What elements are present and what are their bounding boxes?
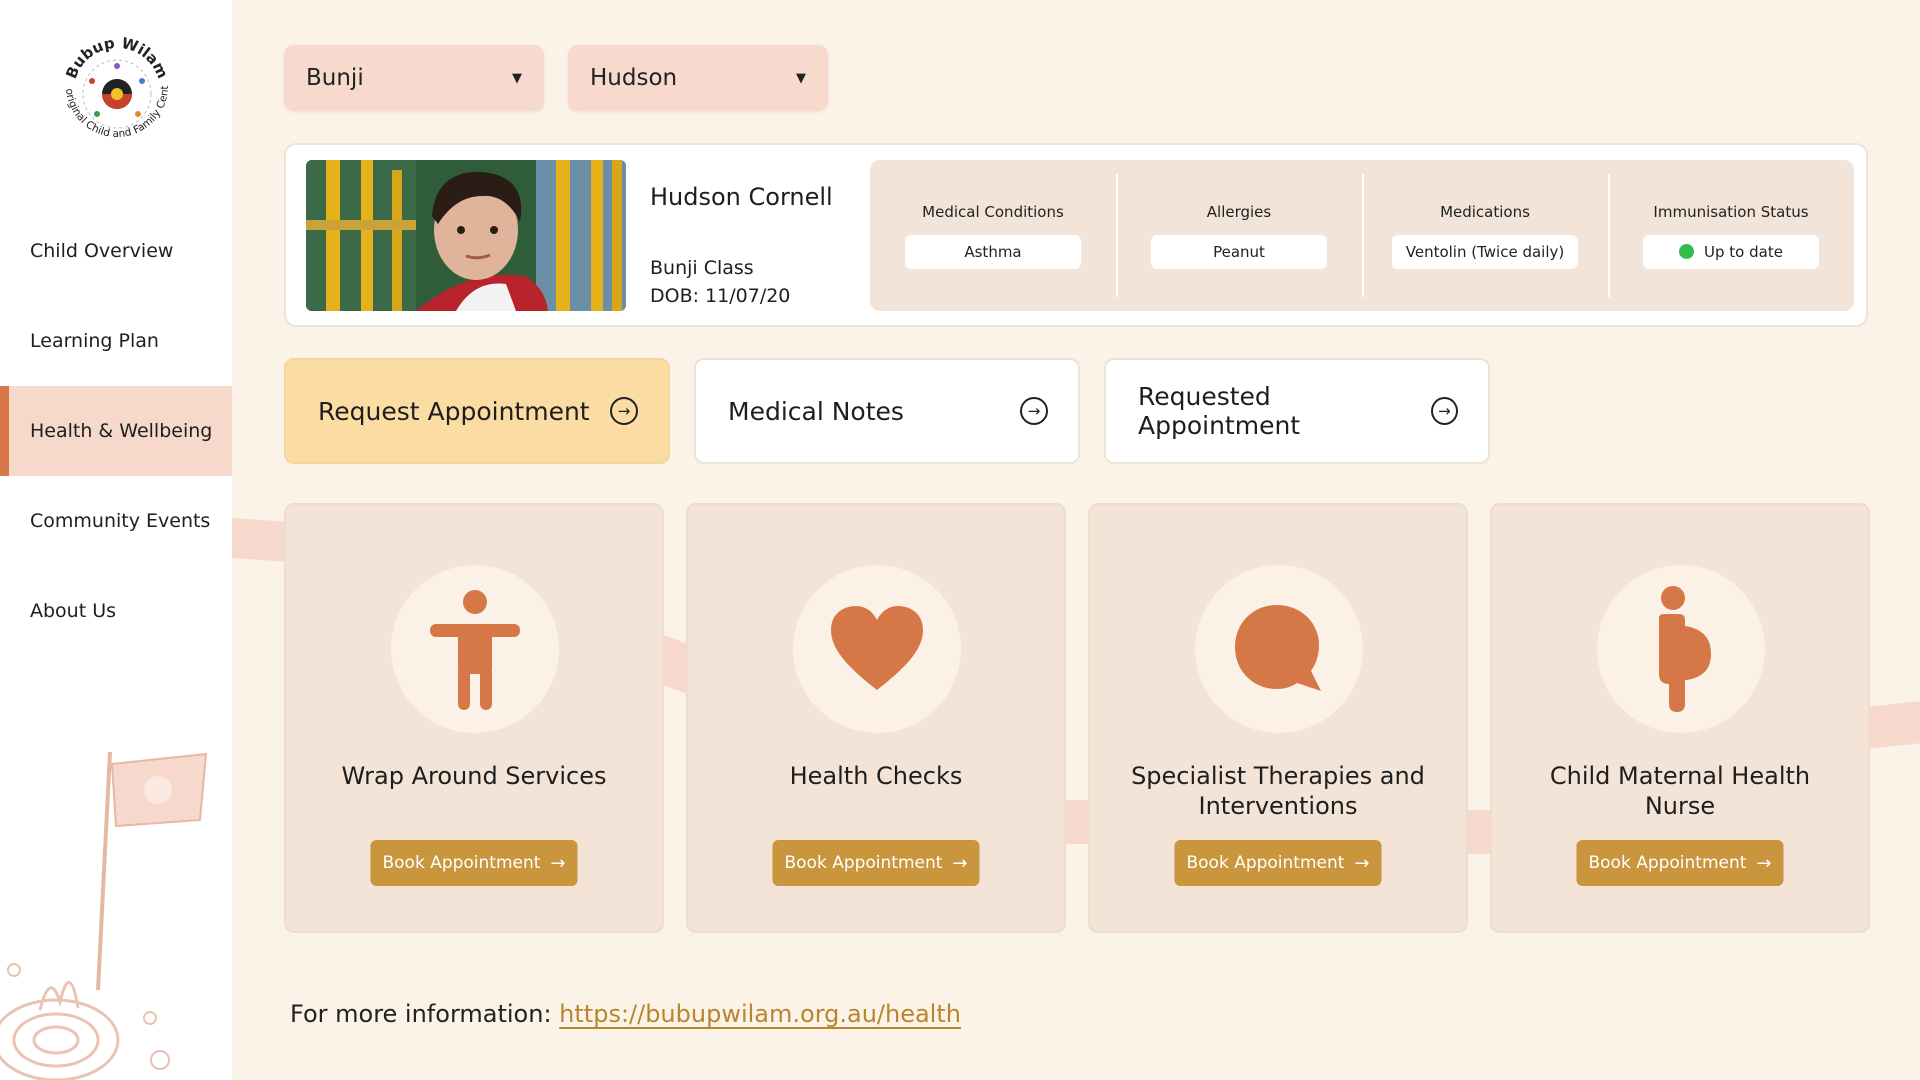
more-info-label: For more information: (290, 1000, 552, 1028)
stat-label: Medical Conditions (922, 202, 1064, 221)
requested-appointment-button[interactable]: Requested Appointment → (1104, 358, 1490, 464)
arrow-right-icon: → (1756, 852, 1772, 874)
book-button-label: Book Appointment (1186, 853, 1345, 873)
immunisation-status-pill: Up to date (1643, 234, 1819, 269)
sidebar-item-about-us[interactable]: About Us (0, 566, 232, 656)
stat-label: Medications (1440, 202, 1530, 221)
action-label: Medical Notes (728, 396, 904, 426)
service-title: Health Checks (789, 762, 963, 790)
sidebar-item-child-overview[interactable]: Child Overview (0, 206, 232, 296)
child-class: Bunji Class (650, 257, 754, 279)
stat-value: Up to date (1704, 242, 1783, 261)
book-button-label: Book Appointment (1588, 853, 1747, 873)
book-appointment-button[interactable]: Book Appointment → (1576, 840, 1784, 886)
sidebar-item-label: About Us (30, 600, 117, 622)
caret-down-icon: ▼ (512, 70, 522, 86)
sidebar-item-learning-plan[interactable]: Learning Plan (0, 296, 232, 386)
child-photo (306, 160, 626, 311)
decorative-ribbon (232, 517, 292, 563)
arrow-right-circle-icon: → (1430, 397, 1458, 425)
service-card-maternal-health-nurse: Child Maternal Health Nurse Book Appoint… (1490, 503, 1870, 933)
status-dot-icon (1679, 244, 1695, 259)
decorative-ribbon (1868, 701, 1920, 749)
service-card-wrap-around: Wrap Around Services Book Appointment → (284, 503, 664, 933)
speech-bubble-icon (1195, 565, 1363, 733)
stat-medical-conditions: Medical Conditions Asthma (870, 160, 1116, 311)
child-select-value: Hudson (590, 65, 678, 91)
sidebar-item-community-events[interactable]: Community Events (0, 476, 232, 566)
caret-down-icon: ▼ (796, 70, 806, 86)
stat-label: Immunisation Status (1653, 202, 1809, 221)
class-select-value: Bunji (306, 65, 364, 91)
decorative-illustration (0, 740, 232, 1080)
sidebar-item-label: Health & Wellbeing (30, 420, 213, 442)
medical-notes-button[interactable]: Medical Notes → (694, 358, 1080, 464)
service-title: Child Maternal Health Nurse (1549, 762, 1811, 820)
stat-value: Peanut (1151, 234, 1327, 269)
arrow-right-circle-icon: → (1020, 397, 1048, 425)
book-appointment-button[interactable]: Book Appointment → (370, 840, 578, 886)
book-appointment-button[interactable]: Book Appointment → (1174, 840, 1382, 886)
heart-icon (793, 565, 961, 733)
book-appointment-button[interactable]: Book Appointment → (772, 840, 980, 886)
more-info-link[interactable]: https://bubupwilam.org.au/health (559, 1000, 961, 1028)
class-select[interactable]: Bunji ▼ (284, 45, 544, 111)
sidebar: Bubup Wilam Aboriginal Child and Family … (0, 0, 232, 1080)
svg-text:Bubup Wilam: Bubup Wilam (62, 34, 172, 81)
service-title: Wrap Around Services (341, 762, 607, 790)
sidebar-item-label: Community Events (30, 510, 211, 532)
action-label: Request Appointment (318, 396, 590, 426)
action-label: Requested Appointment (1138, 382, 1301, 440)
child-dob: DOB: 11/07/20 (650, 285, 791, 307)
sidebar-item-health-wellbeing[interactable]: Health & Wellbeing (0, 386, 232, 476)
accessibility-person-icon (391, 565, 559, 733)
sidebar-item-label: Child Overview (30, 240, 174, 262)
stat-allergies: Allergies Peanut (1116, 160, 1362, 311)
arrow-right-icon: → (550, 852, 566, 874)
bubup-wilam-logo[interactable]: Bubup Wilam Aboriginal Child and Family … (48, 17, 182, 156)
service-card-health-checks: Health Checks Book Appointment → (686, 503, 1066, 933)
arrow-right-icon: → (952, 852, 968, 874)
sidebar-nav: Child Overview Learning Plan Health & We… (0, 206, 232, 656)
child-name: Hudson Cornell (650, 183, 833, 211)
book-button-label: Book Appointment (784, 853, 943, 873)
stat-value: Asthma (905, 234, 1081, 269)
stat-label: Allergies (1206, 202, 1272, 221)
child-profile-card: Hudson Cornell Bunji Class DOB: 11/07/20… (284, 143, 1868, 327)
stat-value: Ventolin (Twice daily) (1391, 234, 1579, 269)
pregnant-person-icon (1597, 565, 1765, 733)
arrow-right-circle-icon: → (610, 397, 638, 425)
stat-immunisation-status: Immunisation Status Up to date (1608, 160, 1854, 311)
sidebar-item-label: Learning Plan (30, 330, 159, 352)
book-button-label: Book Appointment (382, 853, 541, 873)
stat-medications: Medications Ventolin (Twice daily) (1362, 160, 1608, 311)
arrow-right-icon: → (1354, 852, 1370, 874)
more-information: For more information: https://bubupwilam… (290, 1000, 961, 1028)
service-card-specialist-therapies: Specialist Therapies and Interventions B… (1088, 503, 1468, 933)
health-summary: Medical Conditions Asthma Allergies Pean… (870, 160, 1854, 311)
child-select[interactable]: Hudson ▼ (568, 45, 828, 111)
service-title: Specialist Therapies and Interventions (1131, 762, 1425, 820)
request-appointment-button[interactable]: Request Appointment → (284, 358, 670, 464)
